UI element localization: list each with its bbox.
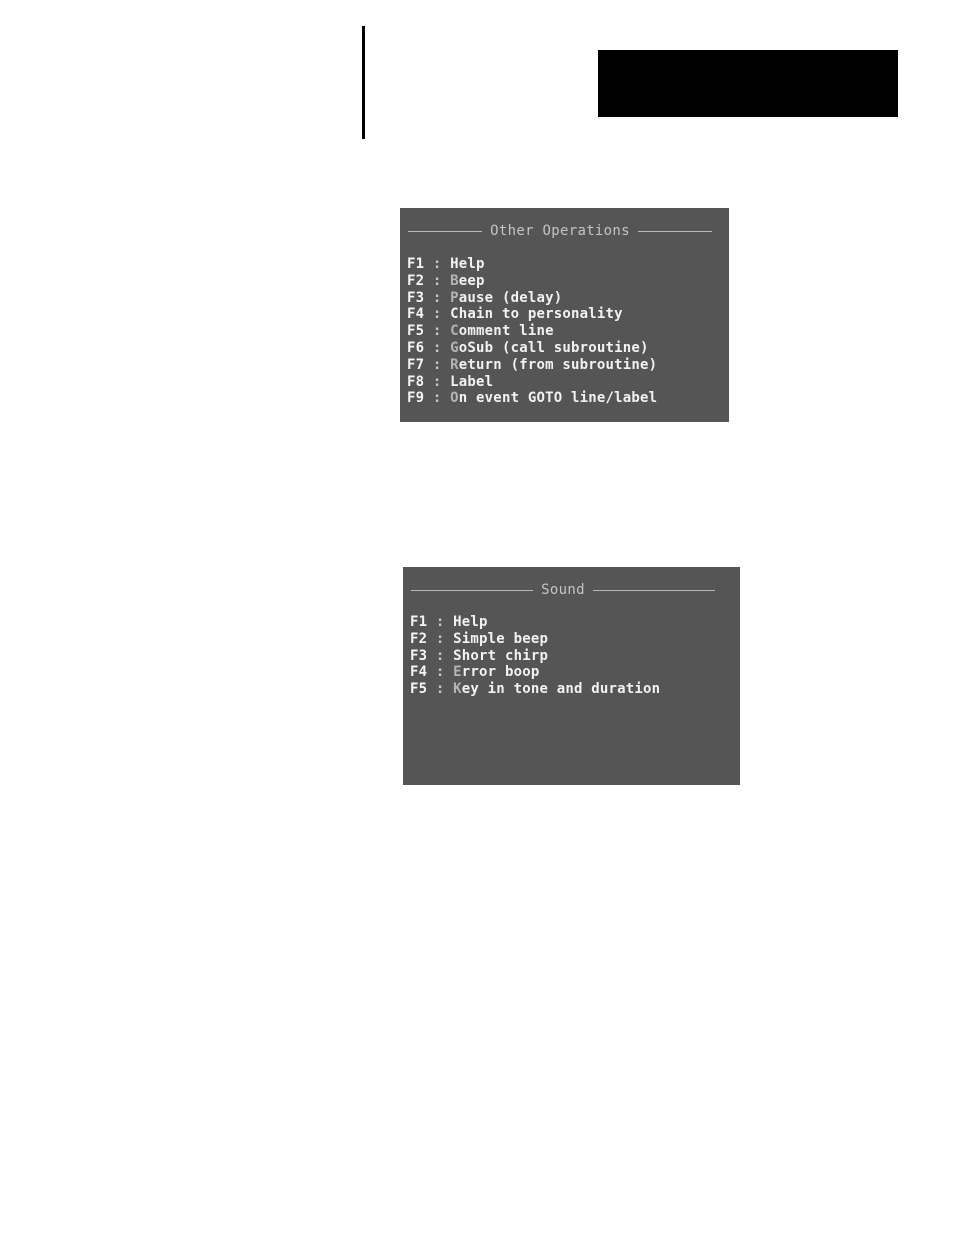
menu-item[interactable]: F2 : Simple beep [410, 631, 660, 648]
screen-title-row: Sound [411, 581, 715, 599]
hotkey-letter: R [450, 356, 459, 373]
title-rule-left [408, 230, 483, 232]
function-key: F5 [407, 323, 425, 340]
item-label: hort chirp [461, 647, 549, 664]
function-key: F2 [407, 272, 425, 289]
separator: : [427, 681, 454, 698]
other-operations-menu: F1 : Help F2 : Beep F3 : Pause (delay) F4 :… [407, 256, 657, 407]
screen-title: Other Operations [490, 223, 630, 239]
separator: : [424, 289, 451, 306]
menu-item[interactable]: F1 : Help [407, 256, 657, 273]
menu-item[interactable]: F7 : Return (from subroutine) [407, 357, 657, 374]
item-label: ause (delay) [458, 289, 563, 306]
separator: : [424, 272, 451, 289]
hotkey-letter: B [450, 272, 459, 289]
menu-item[interactable]: F4 : Error boop [410, 664, 660, 681]
function-key: F3 [410, 647, 428, 664]
sound-menu: F1 : Help F2 : Simple beep F3 : Short chir… [410, 614, 660, 698]
function-key: F3 [407, 289, 425, 306]
function-key: F8 [407, 373, 425, 390]
item-label: eturn (from subroutine) [458, 356, 658, 373]
separator: : [427, 664, 454, 681]
function-key: F1 [407, 256, 425, 272]
function-key: F4 [407, 306, 425, 323]
separator: : [427, 614, 454, 630]
item-label: rror boop [461, 664, 540, 681]
hotkey-letter: S [453, 647, 462, 664]
item-label: n event GOTO line/label [458, 390, 658, 407]
item-label: abel [458, 373, 494, 390]
function-key: F7 [407, 356, 425, 373]
separator: : [427, 647, 454, 664]
function-key: F1 [410, 614, 428, 630]
hotkey-letter: L [450, 373, 459, 390]
item-label: elp [461, 614, 488, 630]
menu-item[interactable]: F3 : Short chirp [410, 648, 660, 665]
title-rule-right [592, 589, 715, 591]
separator: : [424, 356, 451, 373]
item-label: oSub (call subroutine) [458, 339, 649, 356]
margin-rule [362, 26, 365, 139]
separator: : [427, 630, 454, 647]
function-key: F4 [410, 664, 428, 681]
function-key: F2 [410, 630, 428, 647]
hotkey-letter: C [450, 323, 459, 340]
item-label: elp [458, 256, 485, 272]
hotkey-letter: E [453, 664, 462, 681]
function-key: F9 [407, 390, 425, 407]
menu-item[interactable]: F5 : Comment line [407, 323, 657, 340]
menu-item[interactable]: F4 : Chain to personality [407, 306, 657, 323]
item-label: ey in tone and duration [461, 681, 661, 698]
item-label: omment line [458, 323, 554, 340]
screen-title-row: Other Operations [408, 222, 713, 240]
item-label: eep [458, 272, 485, 289]
menu-item[interactable]: F9 : On event GOTO line/label [407, 390, 657, 407]
separator: : [424, 390, 451, 407]
sound-screen: Sound F1 : Help F2 : Simple beep F3 : Shor… [403, 567, 740, 785]
separator: : [424, 339, 451, 356]
title-rule-right [637, 230, 713, 232]
menu-item[interactable]: F2 : Beep [407, 273, 657, 290]
hotkey-letter: S [453, 630, 462, 647]
chapter-tab-block [598, 50, 898, 117]
screen-title: Sound [541, 582, 585, 598]
menu-item[interactable]: F6 : GoSub (call subroutine) [407, 340, 657, 357]
hotkey-letter: H [450, 256, 459, 272]
hotkey-letter: C [450, 306, 459, 323]
separator: : [424, 306, 451, 323]
hotkey-letter: G [450, 339, 459, 356]
menu-item[interactable]: F5 : Key in tone and duration [410, 681, 660, 698]
hotkey-letter: K [453, 681, 462, 698]
hotkey-letter: O [450, 390, 459, 407]
separator: : [424, 323, 451, 340]
separator: : [424, 256, 451, 272]
function-key: F5 [410, 681, 428, 698]
menu-item[interactable]: F3 : Pause (delay) [407, 290, 657, 307]
function-key: F6 [407, 339, 425, 356]
hotkey-letter: P [450, 289, 459, 306]
hotkey-letter: H [453, 614, 462, 630]
menu-item[interactable]: F1 : Help [410, 614, 660, 631]
item-label: hain to personality [458, 306, 623, 323]
title-rule-left [411, 589, 534, 591]
separator: : [424, 373, 451, 390]
other-operations-screen: Other Operations F1 : Help F2 : Beep F3 : … [400, 208, 729, 422]
menu-item[interactable]: F8 : Label [407, 374, 657, 391]
item-label: imple beep [461, 630, 549, 647]
